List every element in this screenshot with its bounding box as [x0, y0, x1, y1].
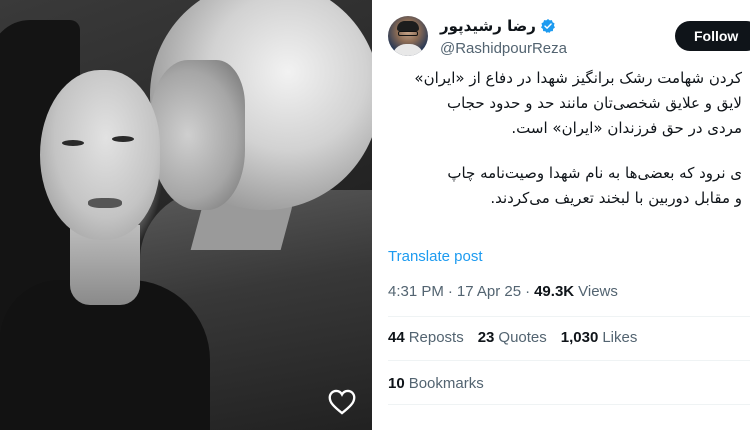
photo-woman-eye-right	[112, 136, 134, 142]
engagement-stats: 44 Reposts 23 Quotes 1,030 Likes	[388, 329, 637, 346]
meta-separator: ·	[525, 283, 531, 300]
views-count: 49.3K	[534, 283, 575, 300]
meta-separator: ·	[447, 283, 453, 300]
likes-label: Likes	[602, 329, 638, 346]
photo-woman-eye-left	[62, 140, 84, 146]
avatar-shirt	[392, 44, 424, 56]
quotes-stat[interactable]: 23 Quotes	[478, 329, 547, 346]
photo-woman-face	[40, 70, 160, 240]
tweet-line: لایق و علایق شخصی‌تان مانند حد و حدود حج…	[446, 94, 742, 112]
translate-post-link[interactable]: Translate post	[388, 248, 483, 265]
tweet-card: رضا رشیدپور @RashidpourReza Follow کردن …	[372, 0, 750, 430]
verified-badge-icon	[540, 19, 555, 33]
quotes-label: Quotes	[498, 329, 547, 346]
quotes-count: 23	[477, 329, 495, 346]
tweet-line: و مقابل دوربین با لبخند تعریف می‌کردند.	[490, 189, 742, 207]
avatar-glasses	[398, 31, 418, 36]
tweet-time[interactable]: 4:31 PM	[388, 283, 444, 300]
tweet-body: کردن شهامت رشک برانگیز شهدا در دفاع از «…	[372, 66, 742, 231]
divider	[388, 360, 750, 361]
tweet-paragraph: ی نرود که بعضی‌ها به نام شهدا وصیت‌نامه …	[372, 161, 742, 211]
reposts-stat[interactable]: 44 Reposts	[388, 329, 464, 346]
heart-outline-icon	[328, 389, 356, 415]
photo-man-face	[150, 60, 245, 210]
photo-woman-lips	[88, 198, 122, 208]
bookmarks-stat[interactable]: 10 Bookmarks	[388, 375, 484, 392]
divider	[388, 404, 750, 405]
likes-stat[interactable]: 1,030 Likes	[561, 329, 638, 346]
views-label: Views	[578, 283, 618, 300]
author-handle[interactable]: @RashidpourReza	[440, 40, 567, 57]
tweet-line: مردی در حق فرزندان «ایران» است.	[511, 119, 742, 137]
likes-count: 1,030	[560, 329, 599, 346]
tweet-meta: 4:31 PM · 17 Apr 25 · 49.3K Views	[388, 283, 618, 300]
like-button[interactable]	[326, 386, 358, 418]
tweet-line: ی نرود که بعضی‌ها به نام شهدا وصیت‌نامه …	[447, 164, 742, 182]
follow-button[interactable]: Follow	[675, 21, 750, 51]
tweet-date[interactable]: 17 Apr 25	[457, 283, 521, 300]
divider	[388, 316, 750, 317]
author-name-row[interactable]: رضا رشیدپور	[440, 17, 556, 35]
reposts-label: Reposts	[408, 329, 464, 346]
bookmarks-label: Bookmarks	[408, 375, 484, 392]
avatar-hair	[397, 21, 419, 31]
author-display-name[interactable]: رضا رشیدپور	[440, 17, 536, 35]
reposts-count: 44	[388, 329, 405, 346]
post-photo[interactable]	[0, 0, 372, 430]
bookmarks-count: 10	[388, 375, 405, 392]
tweet-line: کردن شهامت رشک برانگیز شهدا در دفاع از «…	[414, 69, 742, 87]
avatar[interactable]	[388, 16, 428, 56]
tweet-paragraph: کردن شهامت رشک برانگیز شهدا در دفاع از «…	[372, 66, 742, 141]
